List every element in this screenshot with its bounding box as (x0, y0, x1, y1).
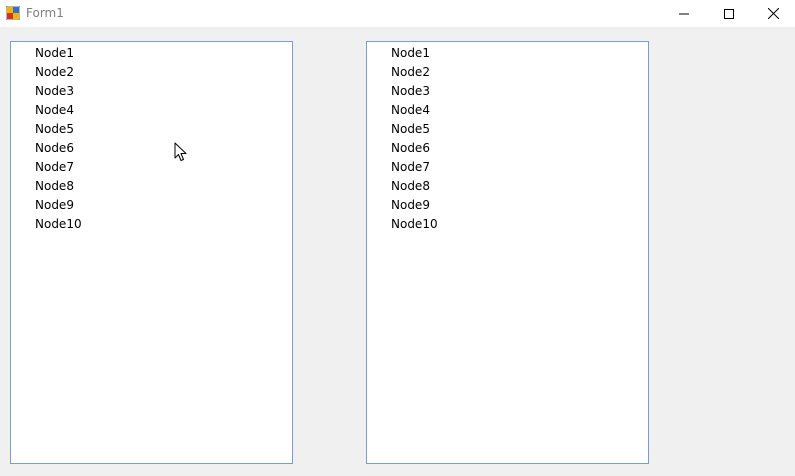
minimize-icon (678, 13, 689, 14)
tree-node[interactable]: Node1 (367, 44, 438, 63)
tree-node[interactable]: Node5 (11, 120, 82, 139)
app-icon (6, 6, 20, 20)
tree-node[interactable]: Node10 (367, 215, 438, 234)
tree-node[interactable]: Node10 (11, 215, 82, 234)
tree-node[interactable]: Node1 (11, 44, 82, 63)
tree-node[interactable]: Node2 (367, 63, 438, 82)
tree-node[interactable]: Node9 (367, 196, 438, 215)
title-bar[interactable]: Form1 (0, 0, 795, 27)
tree-node[interactable]: Node7 (11, 158, 82, 177)
tree-node[interactable]: Node4 (367, 101, 438, 120)
tree-node-list: Node1 Node2 Node3 Node4 Node5 Node6 Node… (367, 44, 438, 234)
tree-node[interactable]: Node4 (11, 101, 82, 120)
tree-node-list: Node1 Node2 Node3 Node4 Node5 Node6 Node… (11, 44, 82, 234)
tree-node[interactable]: Node7 (367, 158, 438, 177)
window-title: Form1 (26, 6, 64, 20)
tree-node[interactable]: Node3 (367, 82, 438, 101)
form-window: Form1 Node1 Node2 Node3 Node4 Node5 Node… (0, 0, 795, 476)
close-icon (768, 8, 779, 19)
tree-node[interactable]: Node2 (11, 63, 82, 82)
tree-node[interactable]: Node9 (11, 196, 82, 215)
close-button[interactable] (751, 0, 795, 27)
minimize-button[interactable] (661, 0, 706, 27)
tree-node[interactable]: Node6 (11, 139, 82, 158)
tree-view-right[interactable]: Node1 Node2 Node3 Node4 Node5 Node6 Node… (366, 41, 649, 464)
tree-node[interactable]: Node8 (367, 177, 438, 196)
tree-node[interactable]: Node5 (367, 120, 438, 139)
tree-view-left[interactable]: Node1 Node2 Node3 Node4 Node5 Node6 Node… (10, 41, 293, 464)
mouse-pointer-icon (174, 142, 187, 161)
tree-node[interactable]: Node3 (11, 82, 82, 101)
maximize-button[interactable] (706, 0, 751, 27)
tree-node[interactable]: Node8 (11, 177, 82, 196)
maximize-icon (723, 8, 734, 19)
tree-node[interactable]: Node6 (367, 139, 438, 158)
